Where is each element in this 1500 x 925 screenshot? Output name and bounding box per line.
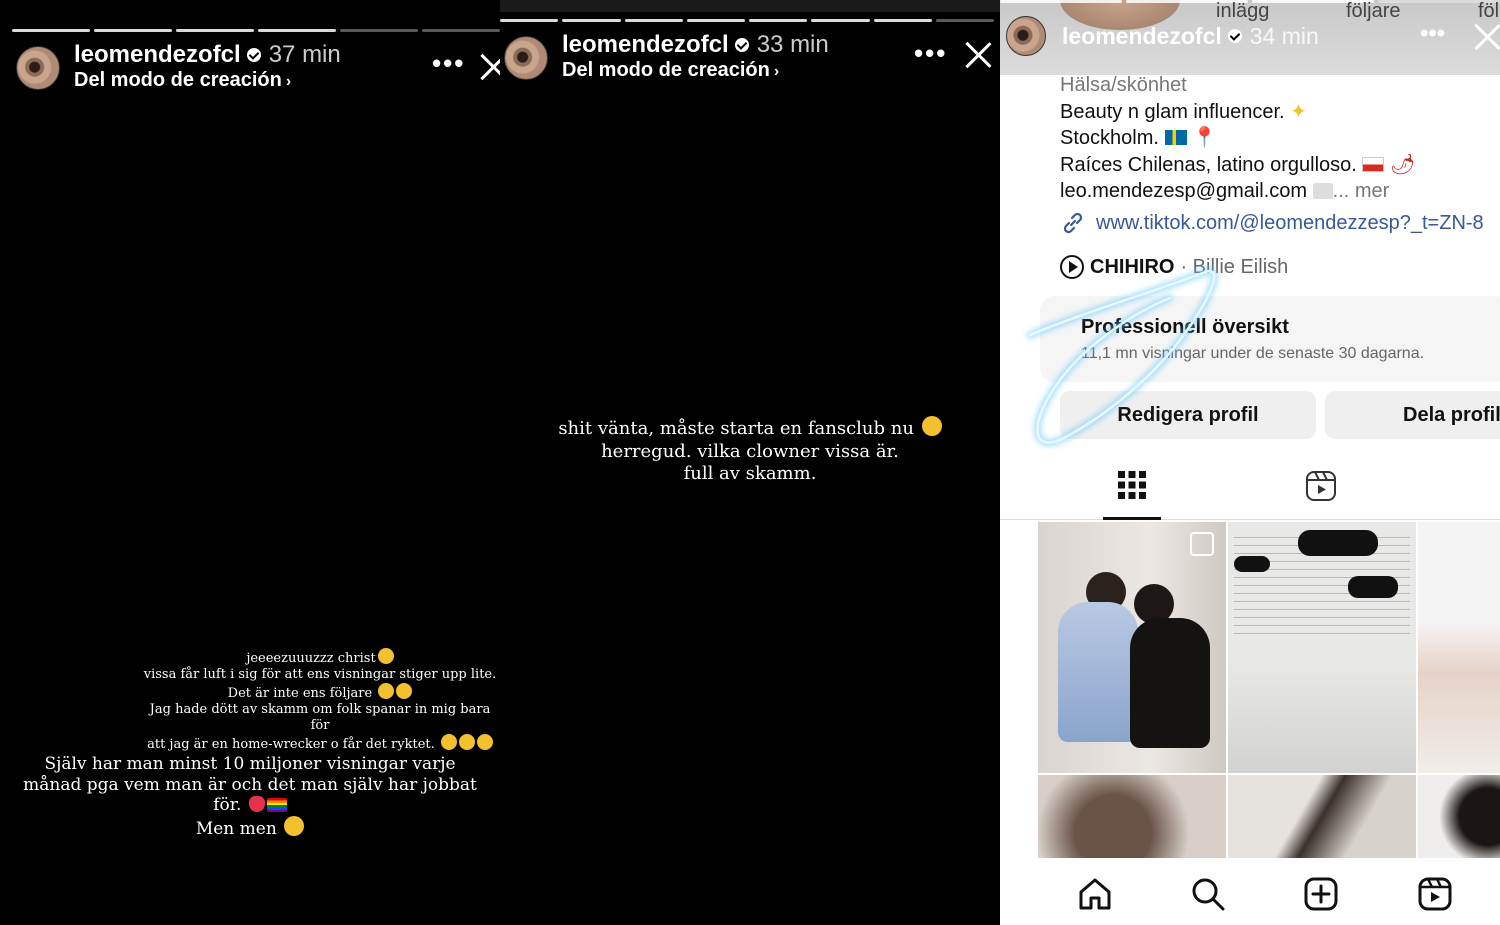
post-thumbnail[interactable]: [1418, 522, 1500, 773]
username[interactable]: leomendezofcl: [562, 32, 729, 58]
bottom-navigation: [1000, 858, 1500, 925]
reels-icon[interactable]: [1417, 876, 1453, 912]
tagged-icon: [1486, 470, 1500, 502]
story-panel-2: leomendezofcl 33 min Del modo de creació…: [500, 0, 1000, 925]
create-post-icon[interactable]: [1303, 876, 1339, 912]
story-panel-1: leomendezofcl 37 min Del modo de creació…: [0, 0, 500, 925]
story-subtitle[interactable]: Del modo de creación ›: [74, 68, 341, 94]
post-thumbnail[interactable]: [1038, 522, 1226, 773]
laughing-emoji-icon: [284, 815, 305, 836]
close-icon[interactable]: [963, 40, 993, 70]
more-options-icon[interactable]: •••: [914, 38, 947, 69]
tab-tagged[interactable]: [1472, 470, 1500, 520]
story-progress-bar: [500, 19, 994, 22]
story-header: leomendezofcl 37 min Del modo de creació…: [16, 42, 341, 94]
avatar[interactable]: [504, 36, 548, 80]
post-thumbnail[interactable]: [1228, 522, 1416, 773]
grinning-sweat-emoji-icon: [921, 416, 942, 436]
verified-badge-icon: [734, 38, 749, 52]
chevron-right-icon: ›: [285, 73, 292, 90]
username[interactable]: leomendezofcl: [74, 42, 241, 68]
carousel-icon: [1190, 532, 1214, 556]
grid-icon: [1118, 471, 1146, 499]
post-thumbnail[interactable]: [1228, 775, 1416, 858]
timestamp: 37 min: [268, 41, 341, 68]
post-thumbnail[interactable]: [1038, 775, 1226, 858]
heart-emoji-icon: [248, 796, 265, 812]
home-icon[interactable]: [1077, 876, 1113, 912]
story-progress-bar: [12, 29, 500, 32]
story-text: shit vänta, måste starta en fansclub nu …: [540, 416, 960, 486]
story-text-upper: jeeeezuuuzzz christ vissa får luft i sig…: [140, 648, 500, 753]
verified-badge-icon: [246, 48, 261, 62]
rainbow-flag-icon: [266, 798, 287, 812]
story-header: leomendezofcl 33 min Del modo de creació…: [504, 32, 829, 84]
close-icon[interactable]: [478, 52, 500, 82]
post-thumbnail[interactable]: [1418, 775, 1500, 858]
story-text-lower: Själv har man minst 10 miljoner visninga…: [23, 754, 477, 839]
tab-grid[interactable]: [1103, 470, 1161, 520]
posts-grid: [1038, 522, 1500, 858]
tab-reels[interactable]: [1292, 470, 1350, 520]
timestamp: 33 min: [756, 31, 829, 58]
profile-tabs: [1000, 458, 1500, 520]
reels-icon: [1306, 471, 1336, 501]
chevron-right-icon: ›: [773, 63, 780, 80]
more-options-icon[interactable]: •••: [432, 48, 465, 79]
search-icon[interactable]: [1190, 876, 1226, 912]
grinning-sweat-emoji-icon: [377, 648, 394, 664]
story-panel-3-profile-screenshot: inlägg följare föl leomendezofcl 34 min …: [1000, 0, 1500, 925]
avatar[interactable]: [16, 46, 60, 90]
story-subtitle[interactable]: Del modo de creación ›: [562, 58, 829, 84]
